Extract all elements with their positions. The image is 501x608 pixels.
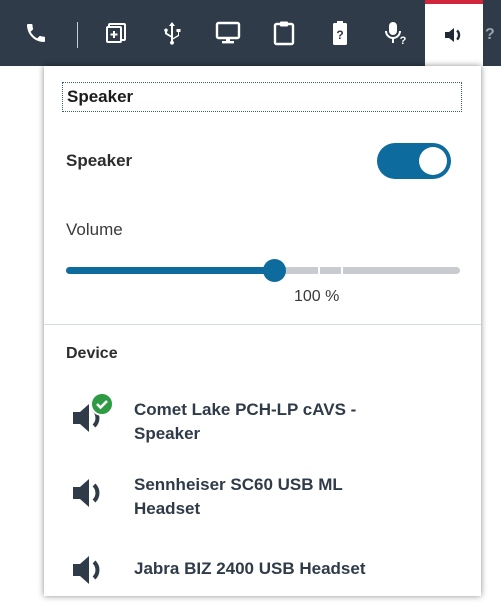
speaker-toggle[interactable] (377, 143, 451, 179)
toggle-knob (419, 147, 447, 175)
toolbar-separator (77, 22, 78, 48)
speaker-icon[interactable] (425, 0, 483, 66)
usb-icon[interactable] (152, 0, 192, 66)
selected-check-icon (90, 392, 114, 416)
volume-slider-knob[interactable] (263, 259, 286, 282)
speaker-toggle-label: Speaker (66, 151, 133, 170)
add-window-icon[interactable] (96, 0, 136, 66)
top-toolbar: ? ? ? (0, 0, 501, 66)
volume-value: 100 % (294, 288, 340, 305)
monitor-icon[interactable] (208, 0, 248, 66)
device-name-line: Comet Lake PCH-LP cAVS - (134, 400, 357, 419)
svg-text:?: ? (400, 35, 407, 46)
device-name-line: Sennheiser SC60 USB ML (134, 475, 343, 494)
slider-tick (341, 264, 343, 277)
volume-slider-fill (66, 267, 274, 274)
panel-title: Speaker (62, 82, 462, 112)
speaker-icon (70, 392, 114, 438)
device-name-line: Jabra BIZ 2400 USB Headset (134, 559, 366, 578)
volume-label: Volume (66, 220, 123, 239)
device-name-line: Headset (134, 499, 201, 518)
divider (44, 324, 481, 325)
device-item-sennheiser[interactable]: Sennheiser SC60 USB ML Headset (44, 471, 481, 529)
clipboard-icon[interactable] (264, 0, 304, 66)
device-header: Device (66, 345, 118, 362)
microphone-unknown-icon[interactable]: ? (376, 0, 416, 66)
speaker-icon (70, 550, 110, 590)
battery-unknown-icon[interactable]: ? (320, 0, 360, 66)
volume-slider[interactable] (66, 259, 460, 282)
phone-icon[interactable] (16, 0, 56, 66)
speaker-icon (70, 473, 110, 513)
device-item-comet-lake[interactable]: Comet Lake PCH-LP cAVS - Speaker (44, 392, 481, 454)
slider-tick (318, 264, 320, 277)
device-name: Comet Lake PCH-LP cAVS - Speaker (134, 398, 454, 446)
background-area (0, 66, 44, 596)
device-name-line: Speaker (134, 424, 201, 443)
svg-text:?: ? (485, 26, 495, 43)
device-name: Sennheiser SC60 USB ML Headset (134, 473, 454, 521)
device-name: Jabra BIZ 2400 USB Headset (134, 557, 454, 581)
device-item-jabra[interactable]: Jabra BIZ 2400 USB Headset (44, 550, 481, 608)
overflow-icon[interactable]: ? (483, 0, 501, 66)
speaker-panel: Speaker Speaker Volume 100 % Device Come… (44, 66, 481, 596)
svg-text:?: ? (336, 28, 343, 42)
